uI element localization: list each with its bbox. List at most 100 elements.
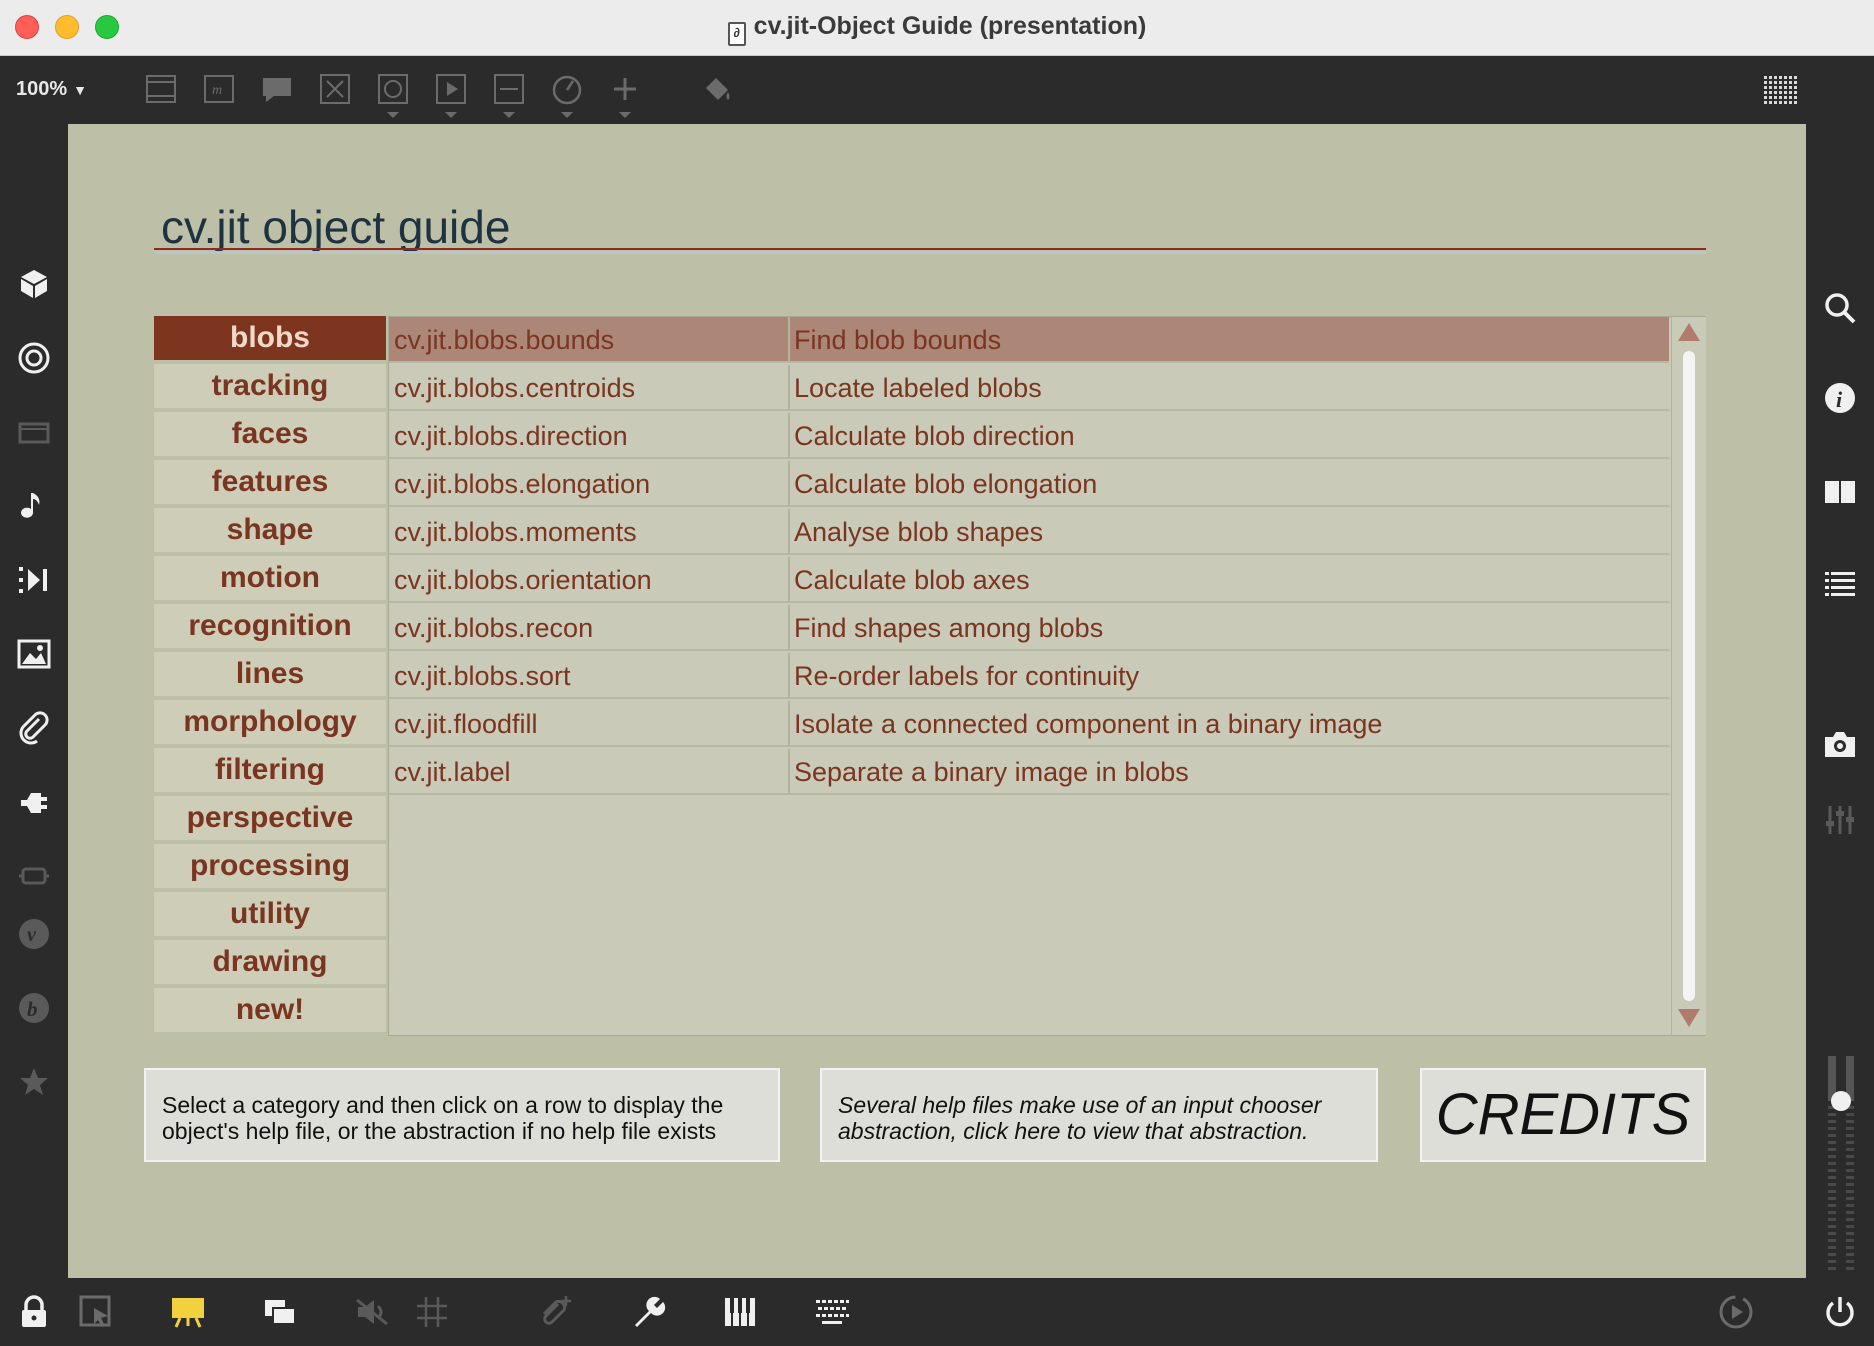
category-filtering[interactable]: filtering	[154, 748, 386, 792]
category-blobs[interactable]: blobs	[154, 316, 386, 360]
mute-icon	[352, 1292, 392, 1332]
category-morphology[interactable]: morphology	[154, 700, 386, 744]
scroll-down-arrow-icon[interactable]	[1678, 1009, 1700, 1027]
window-title: cv.jit-Object Guide (presentation)	[753, 12, 1147, 40]
category-list: blobs tracking faces features shape motion rec…	[154, 316, 386, 1036]
connector-icon	[14, 856, 54, 896]
chevron-down-icon[interactable]	[619, 112, 631, 118]
object-description-cell: Calculate blob elongation	[794, 469, 1098, 499]
credits-button[interactable]: CREDITS	[1420, 1068, 1706, 1162]
vizzie-icon: v	[14, 914, 54, 954]
chevron-down-icon[interactable]	[561, 112, 573, 118]
category-utility[interactable]: utility	[154, 892, 386, 936]
new-object-icon[interactable]	[144, 72, 178, 106]
category-new[interactable]: new!	[154, 988, 386, 1032]
column-separator	[788, 317, 790, 361]
lock-icon[interactable]	[14, 1292, 54, 1332]
paint-bucket-icon[interactable]	[700, 72, 734, 106]
paperclip-icon[interactable]	[14, 708, 54, 748]
patcher-document-icon: ∂	[727, 22, 746, 46]
presentation-mode-icon[interactable]	[168, 1292, 208, 1332]
category-perspective[interactable]: perspective	[154, 796, 386, 840]
info-icon[interactable]: i	[1820, 378, 1860, 418]
window-stack-icon[interactable]	[260, 1292, 300, 1332]
object-name-cell: cv.jit.blobs.moments	[394, 517, 637, 547]
object-name-cell: cv.jit.label	[394, 757, 511, 787]
add-object-icon[interactable]	[608, 72, 642, 106]
presentation-select-icon[interactable]	[76, 1292, 116, 1332]
grid-icon[interactable]	[1762, 72, 1802, 112]
title-divider	[154, 248, 1706, 250]
table-row[interactable]: cv.jit.blobs.sort Re-order labels for con…	[389, 653, 1669, 699]
transport-play-icon[interactable]	[1716, 1292, 1756, 1332]
bottom-toolbar	[0, 1278, 1874, 1346]
object-name-cell: cv.jit.blobs.bounds	[394, 325, 615, 355]
left-sidebar: v b	[0, 124, 68, 1278]
category-processing[interactable]: processing	[154, 844, 386, 888]
scrollbar-thumb[interactable]	[1683, 351, 1695, 1001]
table-row[interactable]: cv.jit.blobs.bounds Find blob bounds	[389, 317, 1669, 363]
object-description-cell: Find blob bounds	[794, 325, 1002, 355]
chevron-down-icon: ▼	[73, 82, 88, 98]
chevron-down-icon[interactable]	[503, 112, 515, 118]
instructions-box: Select a category and then click on a ro…	[144, 1068, 780, 1162]
input-chooser-link[interactable]: Several help files make use of an input …	[820, 1068, 1378, 1162]
category-tracking[interactable]: tracking	[154, 364, 386, 408]
column-separator	[788, 461, 790, 505]
column-separator	[788, 749, 790, 793]
table-row[interactable]: cv.jit.blobs.recon Find shapes among blob…	[389, 605, 1669, 651]
music-note-icon[interactable]	[14, 486, 54, 526]
dial-object-icon[interactable]	[550, 72, 584, 106]
package-icon[interactable]	[14, 264, 54, 304]
media-object-icon[interactable]	[434, 72, 468, 106]
zoom-menu[interactable]: 100% ▼	[16, 78, 87, 101]
column-separator	[788, 413, 790, 457]
comment-icon[interactable]	[260, 72, 294, 106]
list-icon[interactable]	[1820, 564, 1860, 604]
toggle-icon[interactable]	[318, 72, 352, 106]
table-row[interactable]: cv.jit.blobs.centroids Locate labeled blo…	[389, 365, 1669, 411]
power-icon[interactable]	[1820, 1292, 1860, 1332]
camera-icon[interactable]	[1820, 724, 1860, 764]
patcher-canvas: cv.jit object guide blobs tracking faces fe…	[68, 124, 1806, 1278]
plug-icon[interactable]	[14, 782, 54, 822]
object-name-cell: cv.jit.blobs.elongation	[394, 469, 651, 499]
object-description-cell: Find shapes among blobs	[794, 613, 1104, 643]
table-row[interactable]: cv.jit.blobs.moments Analyse blob shapes	[389, 509, 1669, 555]
category-drawing[interactable]: drawing	[154, 940, 386, 984]
category-lines[interactable]: lines	[154, 652, 386, 696]
wrench-icon[interactable]	[628, 1292, 668, 1332]
reference-book-icon[interactable]	[1820, 472, 1860, 512]
table-row[interactable]: cv.jit.label Separate a binary image in b…	[389, 749, 1669, 795]
category-shape[interactable]: shape	[154, 508, 386, 552]
category-features[interactable]: features	[154, 460, 386, 504]
scroll-up-arrow-icon[interactable]	[1678, 323, 1700, 341]
piano-keys-icon[interactable]	[720, 1292, 760, 1332]
button-object-icon[interactable]	[376, 72, 410, 106]
column-separator	[788, 509, 790, 553]
display-icon	[14, 412, 54, 452]
object-description-cell: Calculate blob axes	[794, 565, 1030, 595]
slider-object-icon[interactable]	[492, 72, 526, 106]
search-icon[interactable]	[1820, 288, 1860, 328]
category-recognition[interactable]: recognition	[154, 604, 386, 648]
svg-text:v: v	[27, 924, 37, 946]
table-row[interactable]: cv.jit.blobs.elongation Calculate blob el…	[389, 461, 1669, 507]
object-description-cell: Analyse blob shapes	[794, 517, 1044, 547]
video-step-icon[interactable]	[14, 560, 54, 600]
table-row[interactable]: cv.jit.blobs.orientation Calculate blob a…	[389, 557, 1669, 603]
keyboard-icon[interactable]	[812, 1292, 852, 1332]
category-faces[interactable]: faces	[154, 412, 386, 456]
object-description-cell: Separate a binary image in blobs	[794, 757, 1189, 787]
target-icon[interactable]	[14, 338, 54, 378]
table-scrollbar[interactable]	[1671, 317, 1706, 1035]
category-motion[interactable]: motion	[154, 556, 386, 600]
chevron-down-icon[interactable]	[387, 112, 399, 118]
volume-meter[interactable]	[1826, 1056, 1856, 1276]
table-row[interactable]: cv.jit.blobs.direction Calculate blob dir…	[389, 413, 1669, 459]
image-icon[interactable]	[14, 634, 54, 674]
attach-add-icon	[536, 1292, 576, 1332]
table-row[interactable]: cv.jit.floodfill Isolate a connected comp…	[389, 701, 1669, 747]
new-message-icon[interactable]: m	[202, 72, 236, 106]
chevron-down-icon[interactable]	[445, 112, 457, 118]
